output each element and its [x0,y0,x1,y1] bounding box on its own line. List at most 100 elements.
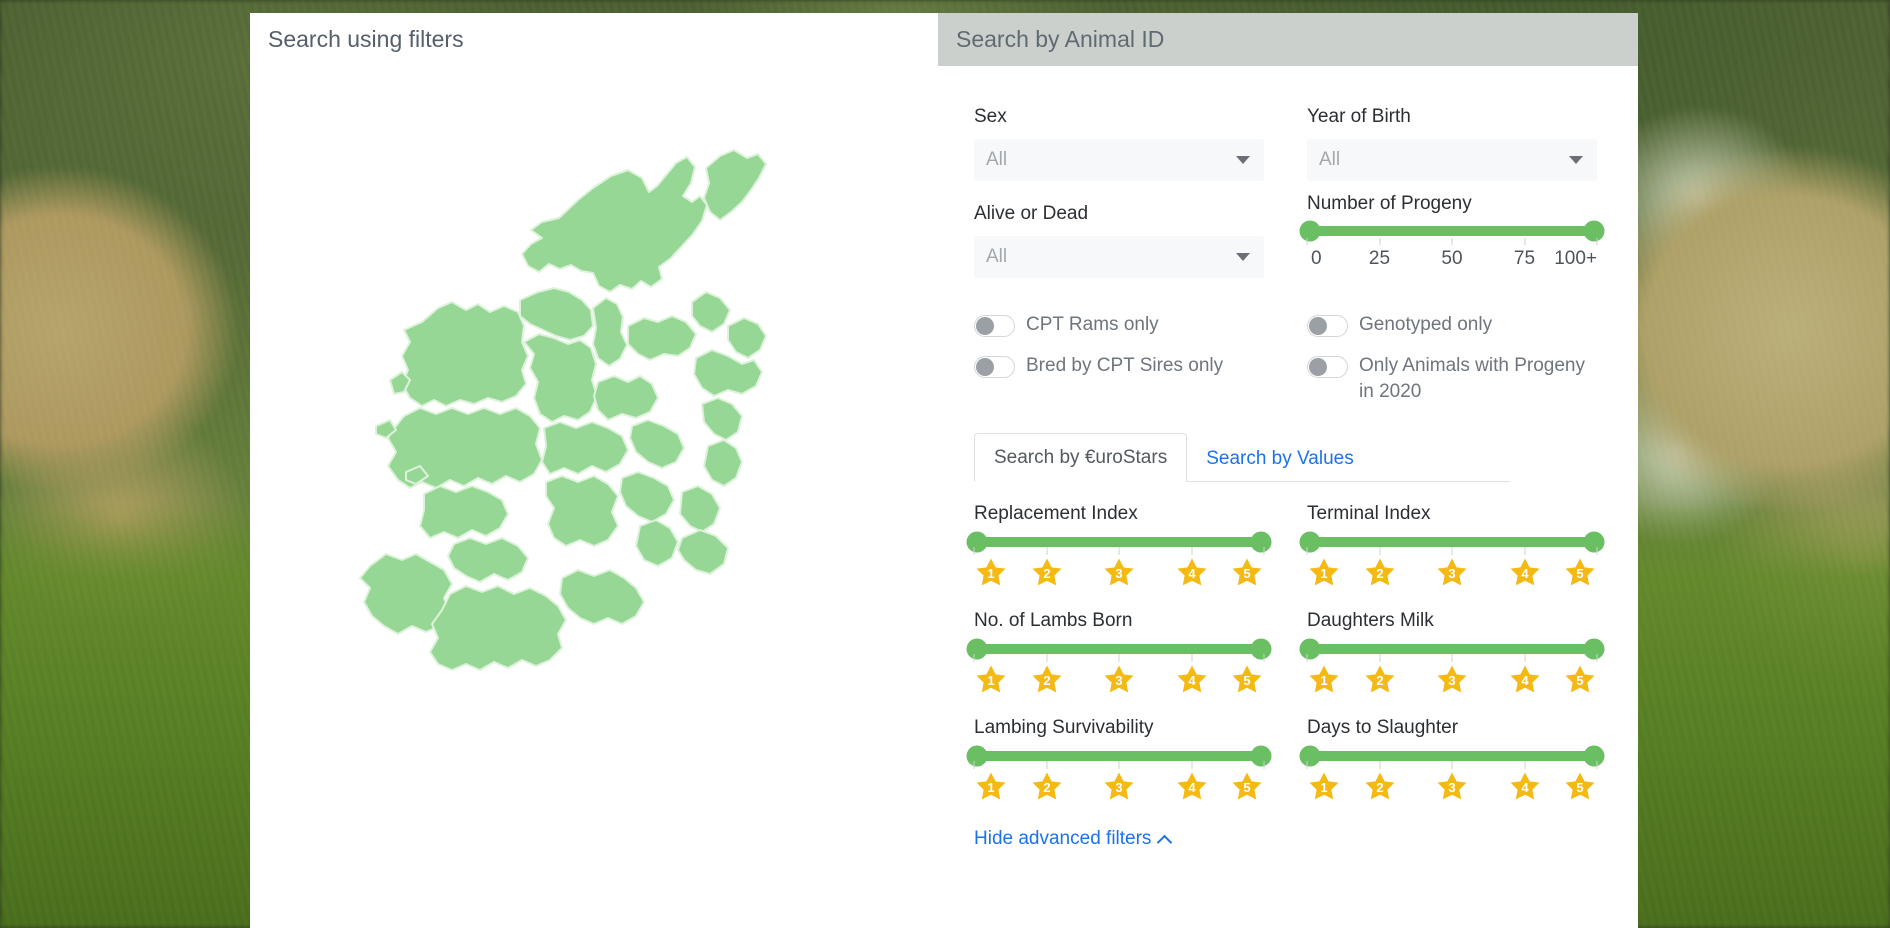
toggle-switch-icon[interactable] [1307,356,1348,378]
star-icon-5[interactable]: 5 [1230,770,1264,809]
star-slider-tick [1306,654,1308,662]
tab-search-by-eurostars[interactable]: Search by €uroStars [974,433,1188,482]
star-icon-5[interactable]: 5 [1563,770,1597,809]
star-icon-2[interactable]: 2 [1363,556,1397,595]
star-slider-stars: 1 2 3 4 5 [974,556,1264,590]
star-icon-1[interactable]: 1 [974,556,1008,595]
chevron-down-icon [1236,253,1250,261]
star-slider-track-wrap: 1 2 3 4 5 [1299,745,1605,804]
star-icon-3[interactable]: 3 [1102,770,1136,809]
toggle-bred-by-cpt-sires-only-label: Bred by CPT Sires only [1026,355,1224,376]
svg-text:3: 3 [1448,780,1455,795]
star-slider-ticks [973,547,1265,556]
star-icon-4[interactable]: 4 [1175,556,1209,595]
sex-select[interactable]: All [974,139,1264,181]
hide-advanced-filters-link[interactable]: Hide advanced filters [974,828,1173,850]
svg-text:2: 2 [1043,566,1050,581]
star-icon-5[interactable]: 5 [1230,556,1264,595]
star-slider-days-to-slaughter: Days to Slaughter 1 2 3 4 5 [1299,717,1605,804]
star-icon-1[interactable]: 1 [1307,770,1341,809]
star-icon-2[interactable]: 2 [1363,663,1397,702]
star-slider-tick [973,547,975,555]
chevron-down-icon [1569,156,1583,164]
star-slider-lambing-survivability: Lambing Survivability 1 2 3 4 5 [966,717,1272,804]
star-icon-5[interactable]: 5 [1563,556,1597,595]
star-icon-2[interactable]: 2 [1030,770,1064,809]
star-icon-4[interactable]: 4 [1175,770,1209,809]
slider-track[interactable] [966,745,1272,767]
toggle-genotyped-only-label: Genotyped only [1359,314,1493,335]
tab-search-by-values[interactable]: Search by Values [1187,435,1373,482]
tab-search-using-filters[interactable]: Search using filters [250,13,938,66]
star-icon-5[interactable]: 5 [1230,663,1264,702]
star-slider-tick [1046,761,1047,769]
svg-text:1: 1 [1320,566,1327,581]
star-slider-tick [1191,547,1192,555]
ireland-counties-map[interactable] [310,126,870,746]
star-icon-1[interactable]: 1 [1307,663,1341,702]
star-icon-4[interactable]: 4 [1175,663,1209,702]
star-icon-3[interactable]: 3 [1435,556,1469,595]
svg-text:5: 5 [1243,780,1250,795]
chevron-up-icon [1157,834,1173,850]
slider-track[interactable] [1299,745,1605,767]
star-slider-tick [1118,547,1120,555]
slider-tick [1524,238,1525,245]
tab-search-using-filters-label: Search using filters [268,26,464,52]
star-slider-tick [1596,654,1598,662]
tab-search-by-animal-id[interactable]: Search by Animal ID [938,13,1638,66]
svg-text:5: 5 [1243,673,1250,688]
svg-text:4: 4 [1521,673,1529,688]
alive-or-dead-field-group: Alive or Dead All [974,203,1264,278]
star-slider-ticks [1306,547,1598,556]
slider-tick [1379,238,1380,245]
star-icon-1[interactable]: 1 [974,663,1008,702]
star-slider-tick [1263,761,1265,769]
star-slider-track-wrap: 1 2 3 4 5 [966,638,1272,697]
map-pane [250,66,938,928]
star-icon-4[interactable]: 4 [1508,556,1542,595]
number-of-progeny-group: Number of Progeny 0 25 50 75 100+ [1299,193,1605,278]
star-icon-2[interactable]: 2 [1030,556,1064,595]
slider-track[interactable] [966,531,1272,553]
toggle-switch-icon[interactable] [974,315,1015,337]
toggle-switch-icon[interactable] [1307,315,1348,337]
star-slider-label: Terminal Index [1307,503,1431,524]
toggle-only-animals-with-progeny-2020-label: Only Animals with Progeny in 2020 [1359,355,1585,402]
filters-row-1: Sex All Year of Birth All [974,106,1602,181]
star-icon-4[interactable]: 4 [1508,770,1542,809]
star-icon-3[interactable]: 3 [1102,663,1136,702]
slider-track[interactable] [966,638,1272,660]
star-icon-5[interactable]: 5 [1563,663,1597,702]
star-icon-1[interactable]: 1 [1307,556,1341,595]
star-slider-daughters-milk: Daughters Milk 1 2 3 4 5 [1299,610,1605,697]
number-of-progeny-slider[interactable]: 0 25 50 75 100+ [1299,220,1605,272]
toggle-cpt-rams-only[interactable]: CPT Rams only [974,312,1264,338]
toggle-bred-by-cpt-sires-only[interactable]: Bred by CPT Sires only [974,353,1264,379]
number-of-progeny-label: Number of Progeny [1307,193,1472,214]
slider-track[interactable] [1299,638,1605,660]
star-icon-3[interactable]: 3 [1102,556,1136,595]
search-mode-tabs: Search by €uroStars Search by Values [974,432,1510,482]
year-of-birth-select[interactable]: All [1307,139,1597,181]
star-slider-tick [1379,547,1380,555]
svg-text:4: 4 [1521,780,1529,795]
star-slider-tick [1596,547,1598,555]
star-icon-2[interactable]: 2 [1363,770,1397,809]
svg-text:2: 2 [1043,673,1050,688]
star-slider-tick [1451,761,1453,769]
star-icon-3[interactable]: 3 [1435,663,1469,702]
star-icon-4[interactable]: 4 [1508,663,1542,702]
alive-or-dead-select[interactable]: All [974,236,1264,278]
star-slider-tick [1451,654,1453,662]
toggle-only-animals-with-progeny-2020[interactable]: Only Animals with Progeny in 2020 [1307,353,1597,405]
star-icon-3[interactable]: 3 [1435,770,1469,809]
toggle-switch-icon[interactable] [974,356,1015,378]
star-icon-1[interactable]: 1 [974,770,1008,809]
slider-track[interactable] [1299,220,1605,242]
toggle-genotyped-only[interactable]: Genotyped only [1307,312,1597,338]
slider-track[interactable] [1299,531,1605,553]
star-slider-ticks [1306,654,1598,663]
star-icon-2[interactable]: 2 [1030,663,1064,702]
star-slider-tick [1191,761,1192,769]
